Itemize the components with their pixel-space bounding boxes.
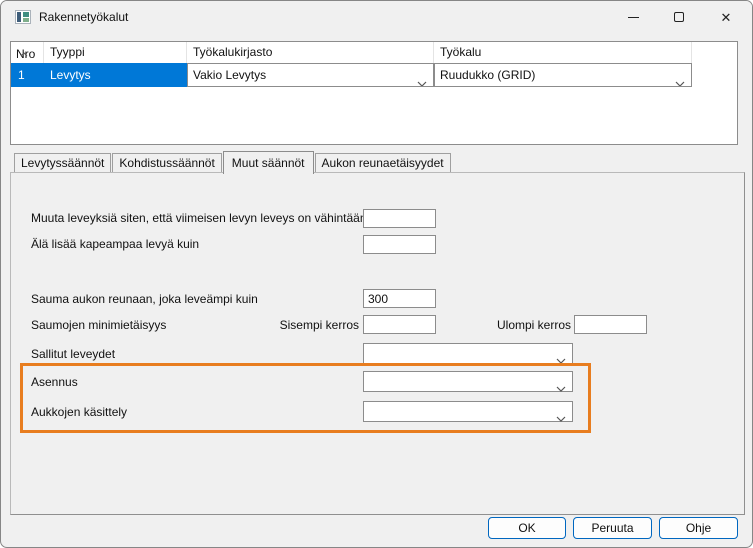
column-header-nro[interactable]: Nro <box>11 42 44 63</box>
column-header-label: Tyyppi <box>50 45 85 59</box>
column-header-tyokalukirjasto[interactable]: Työkalukirjasto <box>187 42 434 63</box>
column-header-tyokalu[interactable]: Työkalu <box>434 42 692 63</box>
titlebar: Rakennetyökalut ✕ <box>1 1 752 33</box>
outer-layer-input[interactable] <box>574 315 647 334</box>
dialog-window: Rakennetyökalut ✕ Nro Tyyppi Työkalukirj… <box>0 0 753 548</box>
no-narrower-input[interactable] <box>363 235 436 254</box>
close-button[interactable]: ✕ <box>703 1 749 33</box>
tab-levytyssaannot[interactable]: Levytyssäännöt <box>14 153 111 172</box>
chevron-down-icon <box>556 409 566 428</box>
min-last-width-input[interactable] <box>363 209 436 228</box>
min-last-width-label: Muuta leveyksiä siten, että viimeisen le… <box>31 211 367 226</box>
minimize-button[interactable] <box>610 1 656 33</box>
help-button[interactable]: Ohje <box>659 517 738 539</box>
openings-handling-dropdown[interactable] <box>363 401 573 422</box>
outer-layer-label: Ulompi kerros <box>483 318 571 333</box>
cancel-button[interactable]: Peruuta <box>573 517 652 539</box>
column-header-label: Työkalu <box>440 45 481 59</box>
cell-tyokalukirjasto: Vakio Levytys <box>187 63 434 87</box>
column-header-label: Työkalukirjasto <box>193 45 272 59</box>
tab-muut-saannot[interactable]: Muut säännöt <box>223 151 314 174</box>
tab-aukon-reunaetaisyydet[interactable]: Aukon reunaetäisyydet <box>315 153 451 172</box>
seam-to-opening-label: Sauma aukon reunaan, joka leveämpi kuin <box>31 292 258 307</box>
minimize-icon <box>628 17 639 18</box>
cell-nro[interactable]: 1 <box>11 63 44 87</box>
seam-min-distance-label: Saumojen minimietäisyys <box>31 318 166 333</box>
close-icon: ✕ <box>721 11 732 24</box>
chevron-down-icon <box>675 72 685 87</box>
no-narrower-label: Älä lisää kapeampaa levyä kuin <box>31 237 199 252</box>
tab-strip: Levytyssäännöt Kohdistussäännöt Muut sää… <box>14 150 452 172</box>
installation-dropdown[interactable] <box>363 371 573 392</box>
inner-layer-input[interactable] <box>363 315 436 334</box>
tool-library-combobox[interactable]: Vakio Levytys <box>187 63 434 87</box>
combobox-value: Ruudukko (GRID) <box>440 68 535 82</box>
installation-label: Asennus <box>31 375 78 390</box>
table-row[interactable]: 1 Levytys Vakio Levytys Ruudukko (GRID) <box>11 63 737 87</box>
seam-to-opening-input[interactable] <box>363 289 436 308</box>
inner-layer-label: Sisempi kerros <box>271 318 359 333</box>
column-header-tyyppi[interactable]: Tyyppi <box>44 42 187 63</box>
tab-kohdistussaannot[interactable]: Kohdistussäännöt <box>112 153 221 172</box>
cell-tyyppi[interactable]: Levytys <box>44 63 187 87</box>
ok-button[interactable]: OK <box>488 517 566 539</box>
window-title: Rakennetyökalut <box>39 1 128 33</box>
maximize-button[interactable] <box>656 1 702 33</box>
openings-handling-label: Aukkojen käsittely <box>31 405 127 420</box>
chevron-down-icon <box>556 351 566 370</box>
allowed-widths-dropdown[interactable] <box>363 343 573 364</box>
combobox-value: Vakio Levytys <box>193 68 266 82</box>
app-icon <box>15 10 31 24</box>
chevron-down-icon <box>417 72 427 87</box>
chevron-down-icon <box>556 379 566 398</box>
allowed-widths-label: Sallitut leveydet <box>31 347 115 362</box>
tool-combobox[interactable]: Ruudukko (GRID) <box>434 63 692 87</box>
sort-ascending-icon <box>20 43 28 63</box>
tool-table: Nro Tyyppi Työkalukirjasto Työkalu 1 Lev… <box>10 41 738 145</box>
maximize-icon <box>674 12 684 22</box>
cell-tyokalu: Ruudukko (GRID) <box>434 63 692 87</box>
